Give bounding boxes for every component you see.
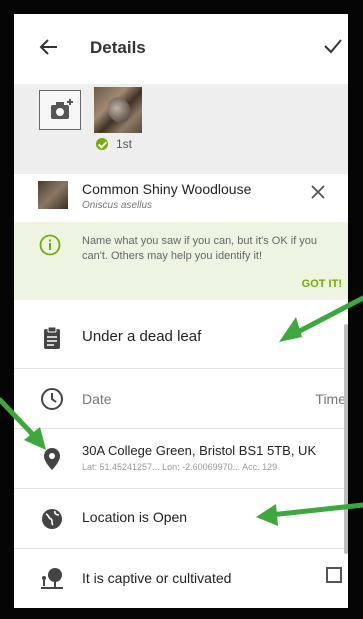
close-icon [311, 185, 325, 199]
species-common-name: Common Shiny Woodlouse [82, 181, 252, 197]
captive-label: It is captive or cultivated [82, 570, 232, 586]
woodlouse-image [102, 93, 136, 127]
location-row[interactable]: 30A College Green, Bristol BS1 5TB, UK L… [14, 428, 348, 488]
tip-text: Name what you saw if you can, but it's O… [82, 235, 318, 262]
time-label[interactable]: Time [315, 391, 346, 407]
back-button[interactable] [36, 34, 62, 60]
map-pin-icon [44, 448, 60, 470]
notes-row[interactable]: Under a dead leaf [14, 308, 348, 368]
observation-details-screen: Details 1st Common Shiny Woodlouse Onisc… [14, 14, 348, 608]
globe-icon [42, 509, 62, 529]
save-button[interactable] [320, 34, 346, 60]
scrollbar[interactable] [344, 324, 348, 554]
notes-value: Under a dead leaf [82, 328, 202, 345]
date-row[interactable]: Date Time [14, 368, 348, 428]
got-it-button[interactable]: GOT IT! [302, 278, 342, 290]
clock-icon [41, 388, 63, 410]
photo-strip: 1st [14, 84, 348, 174]
date-label[interactable]: Date [82, 391, 112, 407]
add-photo-button[interactable] [39, 90, 81, 130]
captive-checkbox[interactable] [326, 567, 342, 583]
app-bar: Details [14, 14, 348, 84]
first-photo-label: 1st [116, 137, 133, 151]
page-title: Details [90, 38, 146, 57]
check-icon [324, 39, 342, 54]
add-photo-icon [51, 99, 73, 119]
clear-species-button[interactable] [310, 184, 326, 204]
clipboard-icon [44, 326, 60, 349]
geoprivacy-row[interactable]: Location is Open [14, 488, 348, 548]
observation-photo[interactable] [94, 87, 142, 133]
captive-row[interactable]: It is captive or cultivated [14, 548, 348, 608]
geoprivacy-label: Location is Open [82, 509, 188, 525]
arrow-left-icon [39, 39, 57, 55]
captive-plant-icon [41, 568, 63, 589]
species-thumbnail [38, 181, 68, 209]
species-scientific-name: Oniscus asellus [82, 200, 153, 211]
location-name: 30A College Green, Bristol BS1 5TB, UK [82, 443, 317, 458]
location-coordinates: Lat: 51.45241257... Lon: -2.60069970... … [82, 462, 278, 472]
identification-tip-banner: Name what you saw if you can, but it's O… [14, 222, 348, 300]
info-icon [39, 234, 61, 256]
first-photo-check-icon [96, 138, 108, 150]
